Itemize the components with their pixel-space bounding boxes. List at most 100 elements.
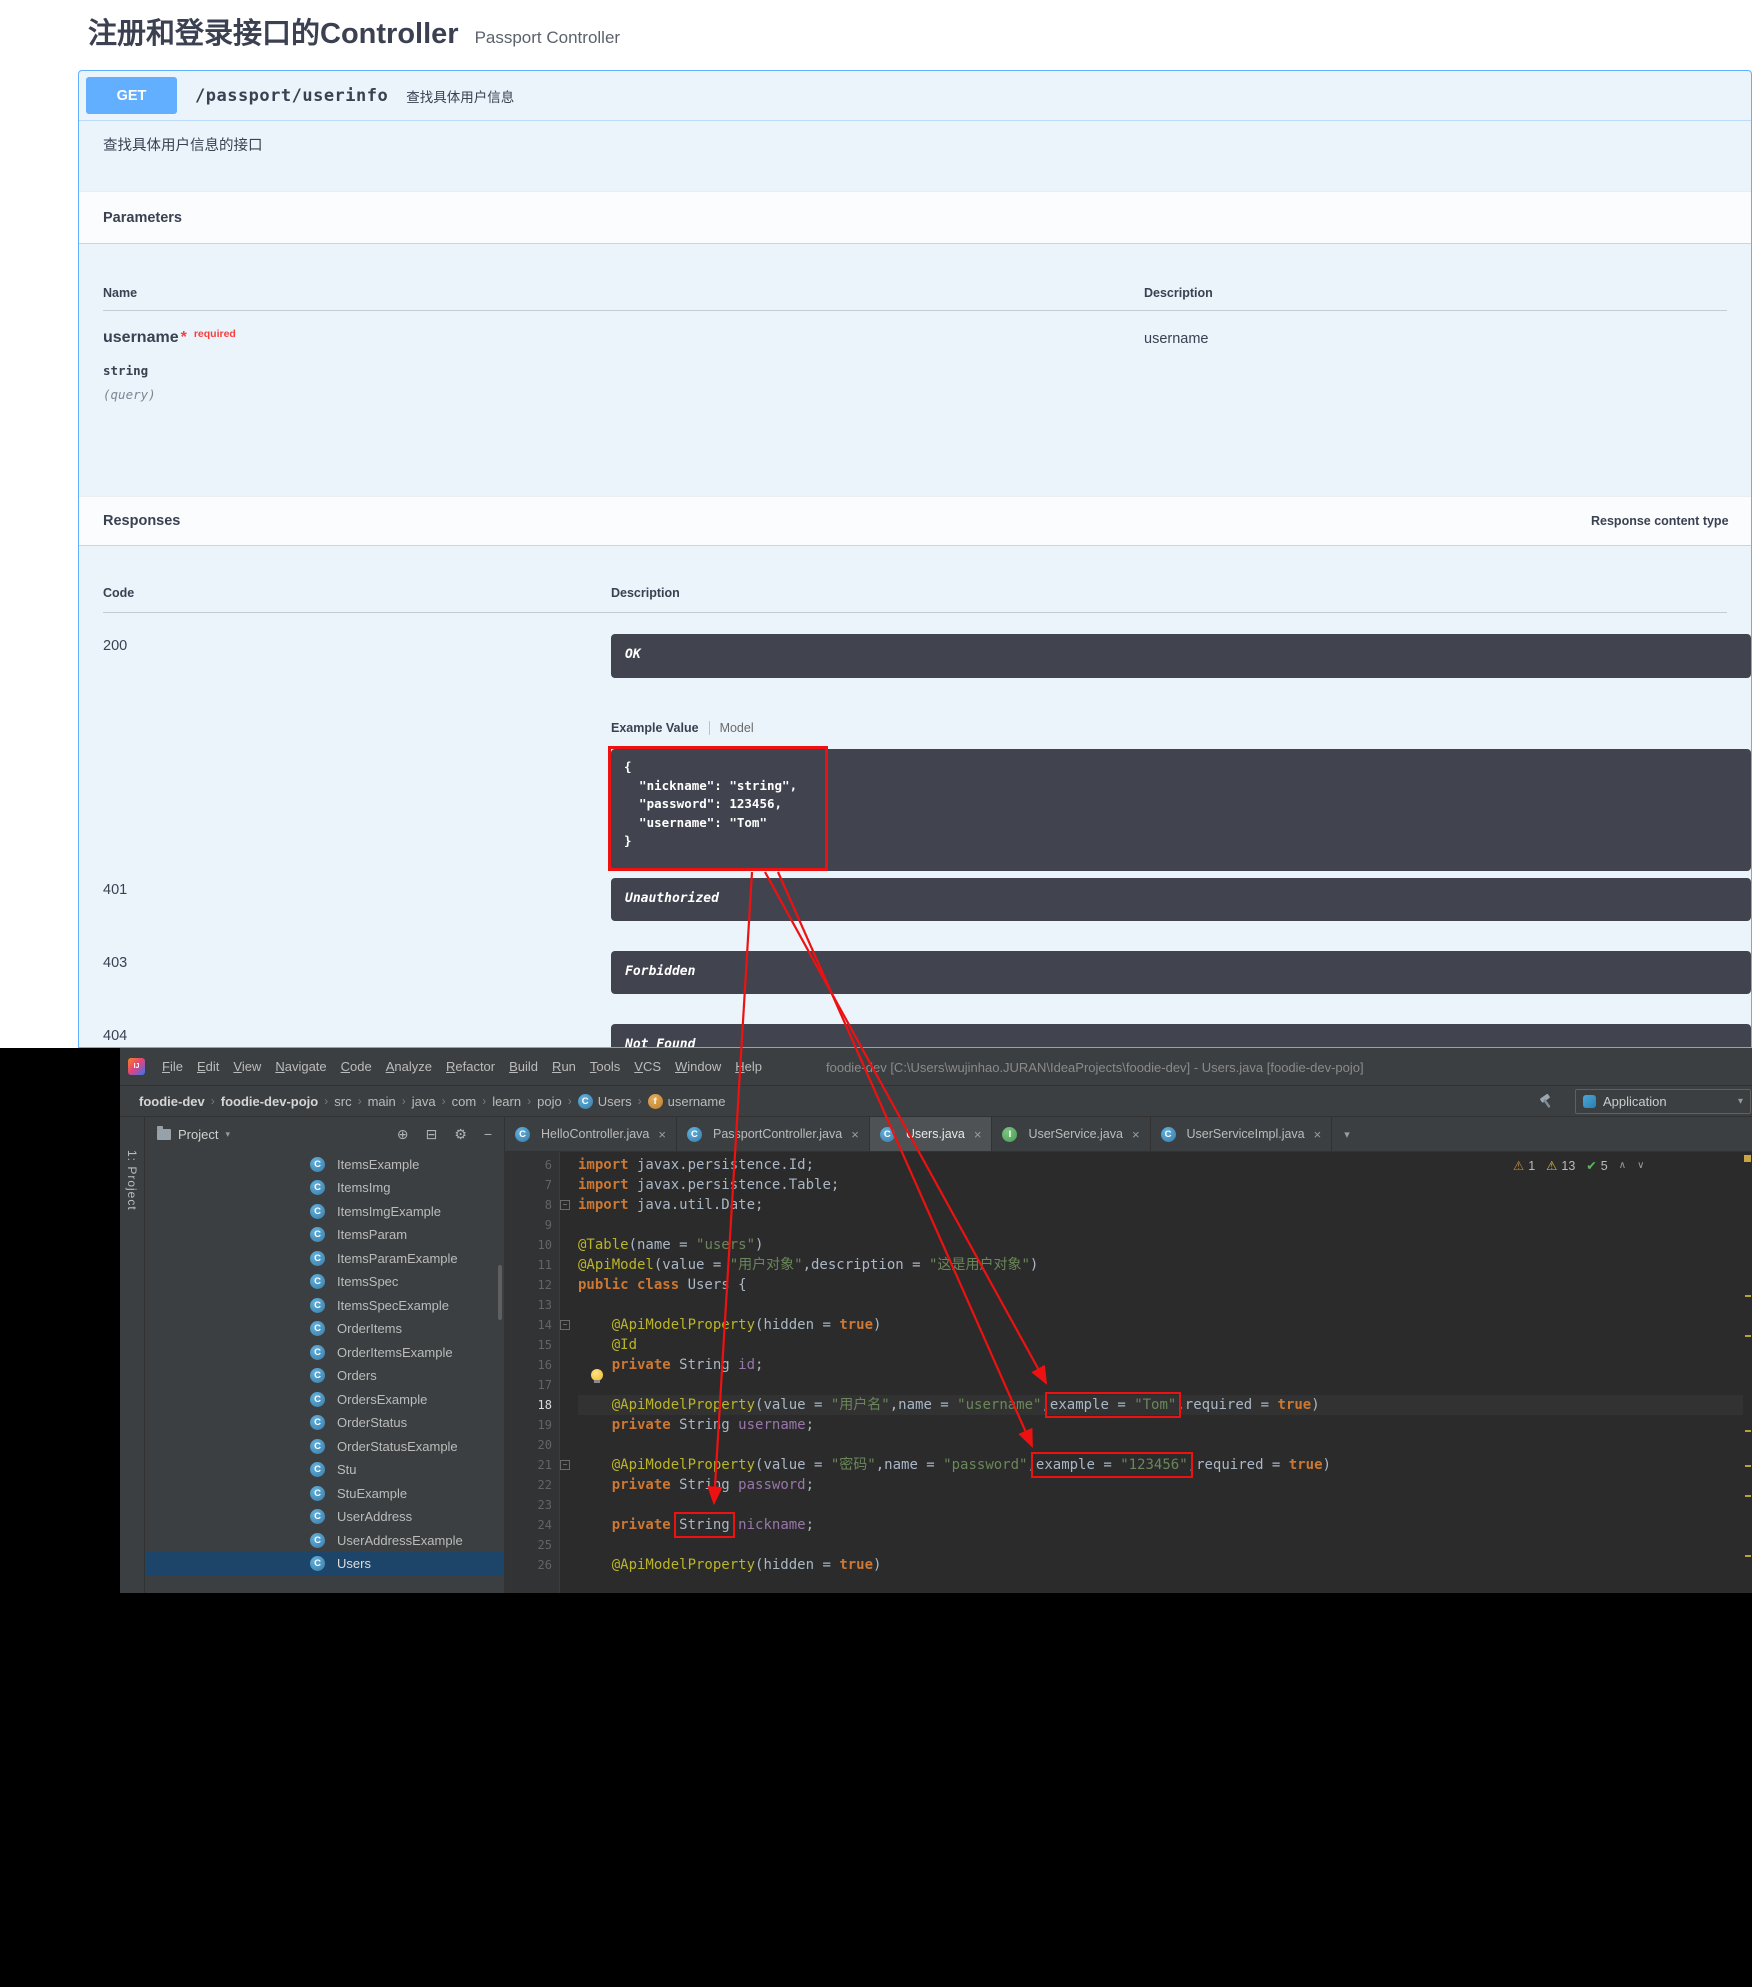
tree-item-itemsspecexample[interactable]: C ItemsSpecExample	[145, 1293, 504, 1317]
tree-item-ordersexample[interactable]: C OrdersExample	[145, 1387, 504, 1411]
fold-minus-icon[interactable]: −	[560, 1320, 570, 1330]
fold-minus-icon[interactable]: −	[560, 1200, 570, 1210]
tree-item-itemsimg[interactable]: C ItemsImg	[145, 1176, 504, 1200]
tab-hellocontroller.java[interactable]: C HelloController.java ×	[505, 1117, 677, 1151]
tab-model[interactable]: Model	[720, 721, 754, 735]
breadcrumb-main[interactable]: main	[366, 1094, 398, 1109]
tree-item-itemsexample[interactable]: C ItemsExample	[145, 1152, 504, 1176]
code-text[interactable]: import java.util.Date;	[578, 1195, 1743, 1215]
code-text[interactable]: @ApiModelProperty(value = "用户名",name = "…	[578, 1392, 1743, 1418]
code-text[interactable]	[578, 1215, 1743, 1235]
code-lines[interactable]: 6 import javax.persistence.Id; 7 import jav…	[505, 1155, 1743, 1575]
code-text[interactable]	[578, 1535, 1743, 1555]
close-tab-icon[interactable]: ×	[1314, 1127, 1322, 1142]
ok-count[interactable]: ✔ 5	[1586, 1158, 1607, 1174]
tab-example-value[interactable]: Example Value	[611, 721, 699, 735]
tree-item-itemsspec[interactable]: C ItemsSpec	[145, 1270, 504, 1294]
tree-item-users[interactable]: C Users	[145, 1551, 504, 1576]
tree-item-orderitemsexample[interactable]: C OrderItemsExample	[145, 1340, 504, 1364]
warning-count-b[interactable]: ⚠ 13	[1546, 1158, 1575, 1174]
endpoint-header[interactable]: GET /passport/userinfo 查找具体用户信息	[79, 71, 1751, 121]
breadcrumb-learn[interactable]: learn	[490, 1094, 523, 1109]
endpoint-path[interactable]: /passport/userinfo	[195, 86, 388, 106]
tab-userservice.java[interactable]: I UserService.java ×	[992, 1117, 1151, 1151]
hide-panel-icon[interactable]: −	[484, 1126, 492, 1143]
tree-item-orderstatusexample[interactable]: C OrderStatusExample	[145, 1434, 504, 1458]
breadcrumb-users[interactable]: C Users	[576, 1093, 634, 1109]
tree-item-itemsparamexample[interactable]: C ItemsParamExample	[145, 1246, 504, 1270]
project-dropdown-icon[interactable]: ▾	[225, 1129, 230, 1140]
code-text[interactable]: @ApiModelProperty(value = "密码",name = "p…	[578, 1452, 1743, 1478]
menu-run[interactable]: Run	[545, 1055, 583, 1078]
gear-icon[interactable]: ⚙	[454, 1126, 467, 1143]
code-text[interactable]: private String id;	[578, 1355, 1743, 1375]
code-text[interactable]: @ApiModel(value = "用户对象",description = "…	[578, 1255, 1743, 1275]
error-stripe[interactable]	[1743, 1152, 1752, 1593]
code-text[interactable]	[578, 1295, 1743, 1315]
code-text[interactable]	[578, 1495, 1743, 1515]
tree-item-itemsimgexample[interactable]: C ItemsImgExample	[145, 1199, 504, 1223]
code-text[interactable]: @ApiModelProperty(hidden = true)	[578, 1555, 1743, 1575]
close-tab-icon[interactable]: ×	[851, 1127, 859, 1142]
get-method-button[interactable]: GET	[86, 77, 177, 114]
tree-item-itemsparam[interactable]: C ItemsParam	[145, 1223, 504, 1247]
code-text[interactable]: import javax.persistence.Table;	[578, 1175, 1743, 1195]
code-text[interactable]: private String password;	[578, 1475, 1743, 1495]
tree-scrollbar[interactable]	[498, 1265, 502, 1320]
fold-marker[interactable]: −	[552, 1460, 578, 1470]
fold-minus-icon[interactable]: −	[560, 1460, 570, 1470]
menu-view[interactable]: View	[226, 1055, 268, 1078]
menu-navigate[interactable]: Navigate	[268, 1055, 333, 1078]
close-tab-icon[interactable]: ×	[974, 1127, 982, 1142]
breadcrumb-pojo[interactable]: pojo	[535, 1094, 564, 1109]
tab-passportcontroller.java[interactable]: C PassportController.java ×	[677, 1117, 870, 1151]
breadcrumb-username[interactable]: f username	[646, 1093, 728, 1109]
tree-item-orderstatus[interactable]: C OrderStatus	[145, 1411, 504, 1435]
hidden-tabs-dropdown-icon[interactable]: ▾	[1332, 1117, 1362, 1151]
tree-item-useraddressexample[interactable]: C UserAddressExample	[145, 1528, 504, 1552]
collapse-all-icon[interactable]: ⊟	[426, 1126, 438, 1143]
tree-item-stuexample[interactable]: C StuExample	[145, 1481, 504, 1505]
code-text[interactable]: private String nickname;	[578, 1512, 1743, 1538]
fold-marker[interactable]: −	[552, 1320, 578, 1330]
menu-edit[interactable]: Edit	[190, 1055, 226, 1078]
menu-help[interactable]: Help	[728, 1055, 769, 1078]
tab-userserviceimpl.java[interactable]: C UserServiceImpl.java ×	[1151, 1117, 1333, 1151]
breadcrumb-java[interactable]: java	[410, 1094, 438, 1109]
menu-tools[interactable]: Tools	[583, 1055, 627, 1078]
menu-vcs[interactable]: VCS	[627, 1055, 668, 1078]
code-text[interactable]: public class Users {	[578, 1275, 1743, 1295]
locate-file-icon[interactable]: ⊕	[397, 1126, 409, 1143]
menu-build[interactable]: Build	[502, 1055, 545, 1078]
code-text[interactable]	[578, 1435, 1743, 1455]
tree-item-useraddress[interactable]: C UserAddress	[145, 1505, 504, 1529]
code-text[interactable]: @ApiModelProperty(hidden = true)	[578, 1315, 1743, 1335]
close-tab-icon[interactable]: ×	[658, 1127, 666, 1142]
breadcrumb-foodie-dev[interactable]: foodie-dev	[137, 1094, 207, 1109]
prev-issue-icon[interactable]: ∧	[1619, 1160, 1626, 1171]
project-tool-window-button[interactable]: 1: Project	[125, 1150, 139, 1211]
run-configuration-select[interactable]: Application ▾	[1575, 1089, 1751, 1114]
intention-bulb-icon[interactable]	[591, 1369, 603, 1383]
menu-window[interactable]: Window	[668, 1055, 728, 1078]
breadcrumb-src[interactable]: src	[332, 1094, 353, 1109]
tree-item-stu[interactable]: C Stu	[145, 1458, 504, 1482]
build-hammer-icon[interactable]	[1538, 1093, 1555, 1115]
breadcrumb-com[interactable]: com	[450, 1094, 479, 1109]
code-text[interactable]: private String username;	[578, 1415, 1743, 1435]
close-tab-icon[interactable]: ×	[1132, 1127, 1140, 1142]
next-issue-icon[interactable]: ∨	[1637, 1160, 1644, 1171]
menu-refactor[interactable]: Refactor	[439, 1055, 502, 1078]
menu-analyze[interactable]: Analyze	[379, 1055, 439, 1078]
code-text[interactable]: @Id	[578, 1335, 1743, 1355]
project-panel-title[interactable]: Project	[178, 1127, 218, 1142]
breadcrumb-foodie-dev-pojo[interactable]: foodie-dev-pojo	[219, 1094, 321, 1109]
code-text[interactable]	[578, 1375, 1743, 1395]
warning-count-a[interactable]: ⚠ 1	[1513, 1158, 1535, 1174]
tree-item-orders[interactable]: C Orders	[145, 1364, 504, 1388]
tree-item-orderitems[interactable]: C OrderItems	[145, 1317, 504, 1341]
menu-code[interactable]: Code	[334, 1055, 379, 1078]
menu-file[interactable]: File	[155, 1055, 190, 1078]
code-text[interactable]: @Table(name = "users")	[578, 1235, 1743, 1255]
tab-users.java[interactable]: C Users.java ×	[869, 1117, 993, 1151]
